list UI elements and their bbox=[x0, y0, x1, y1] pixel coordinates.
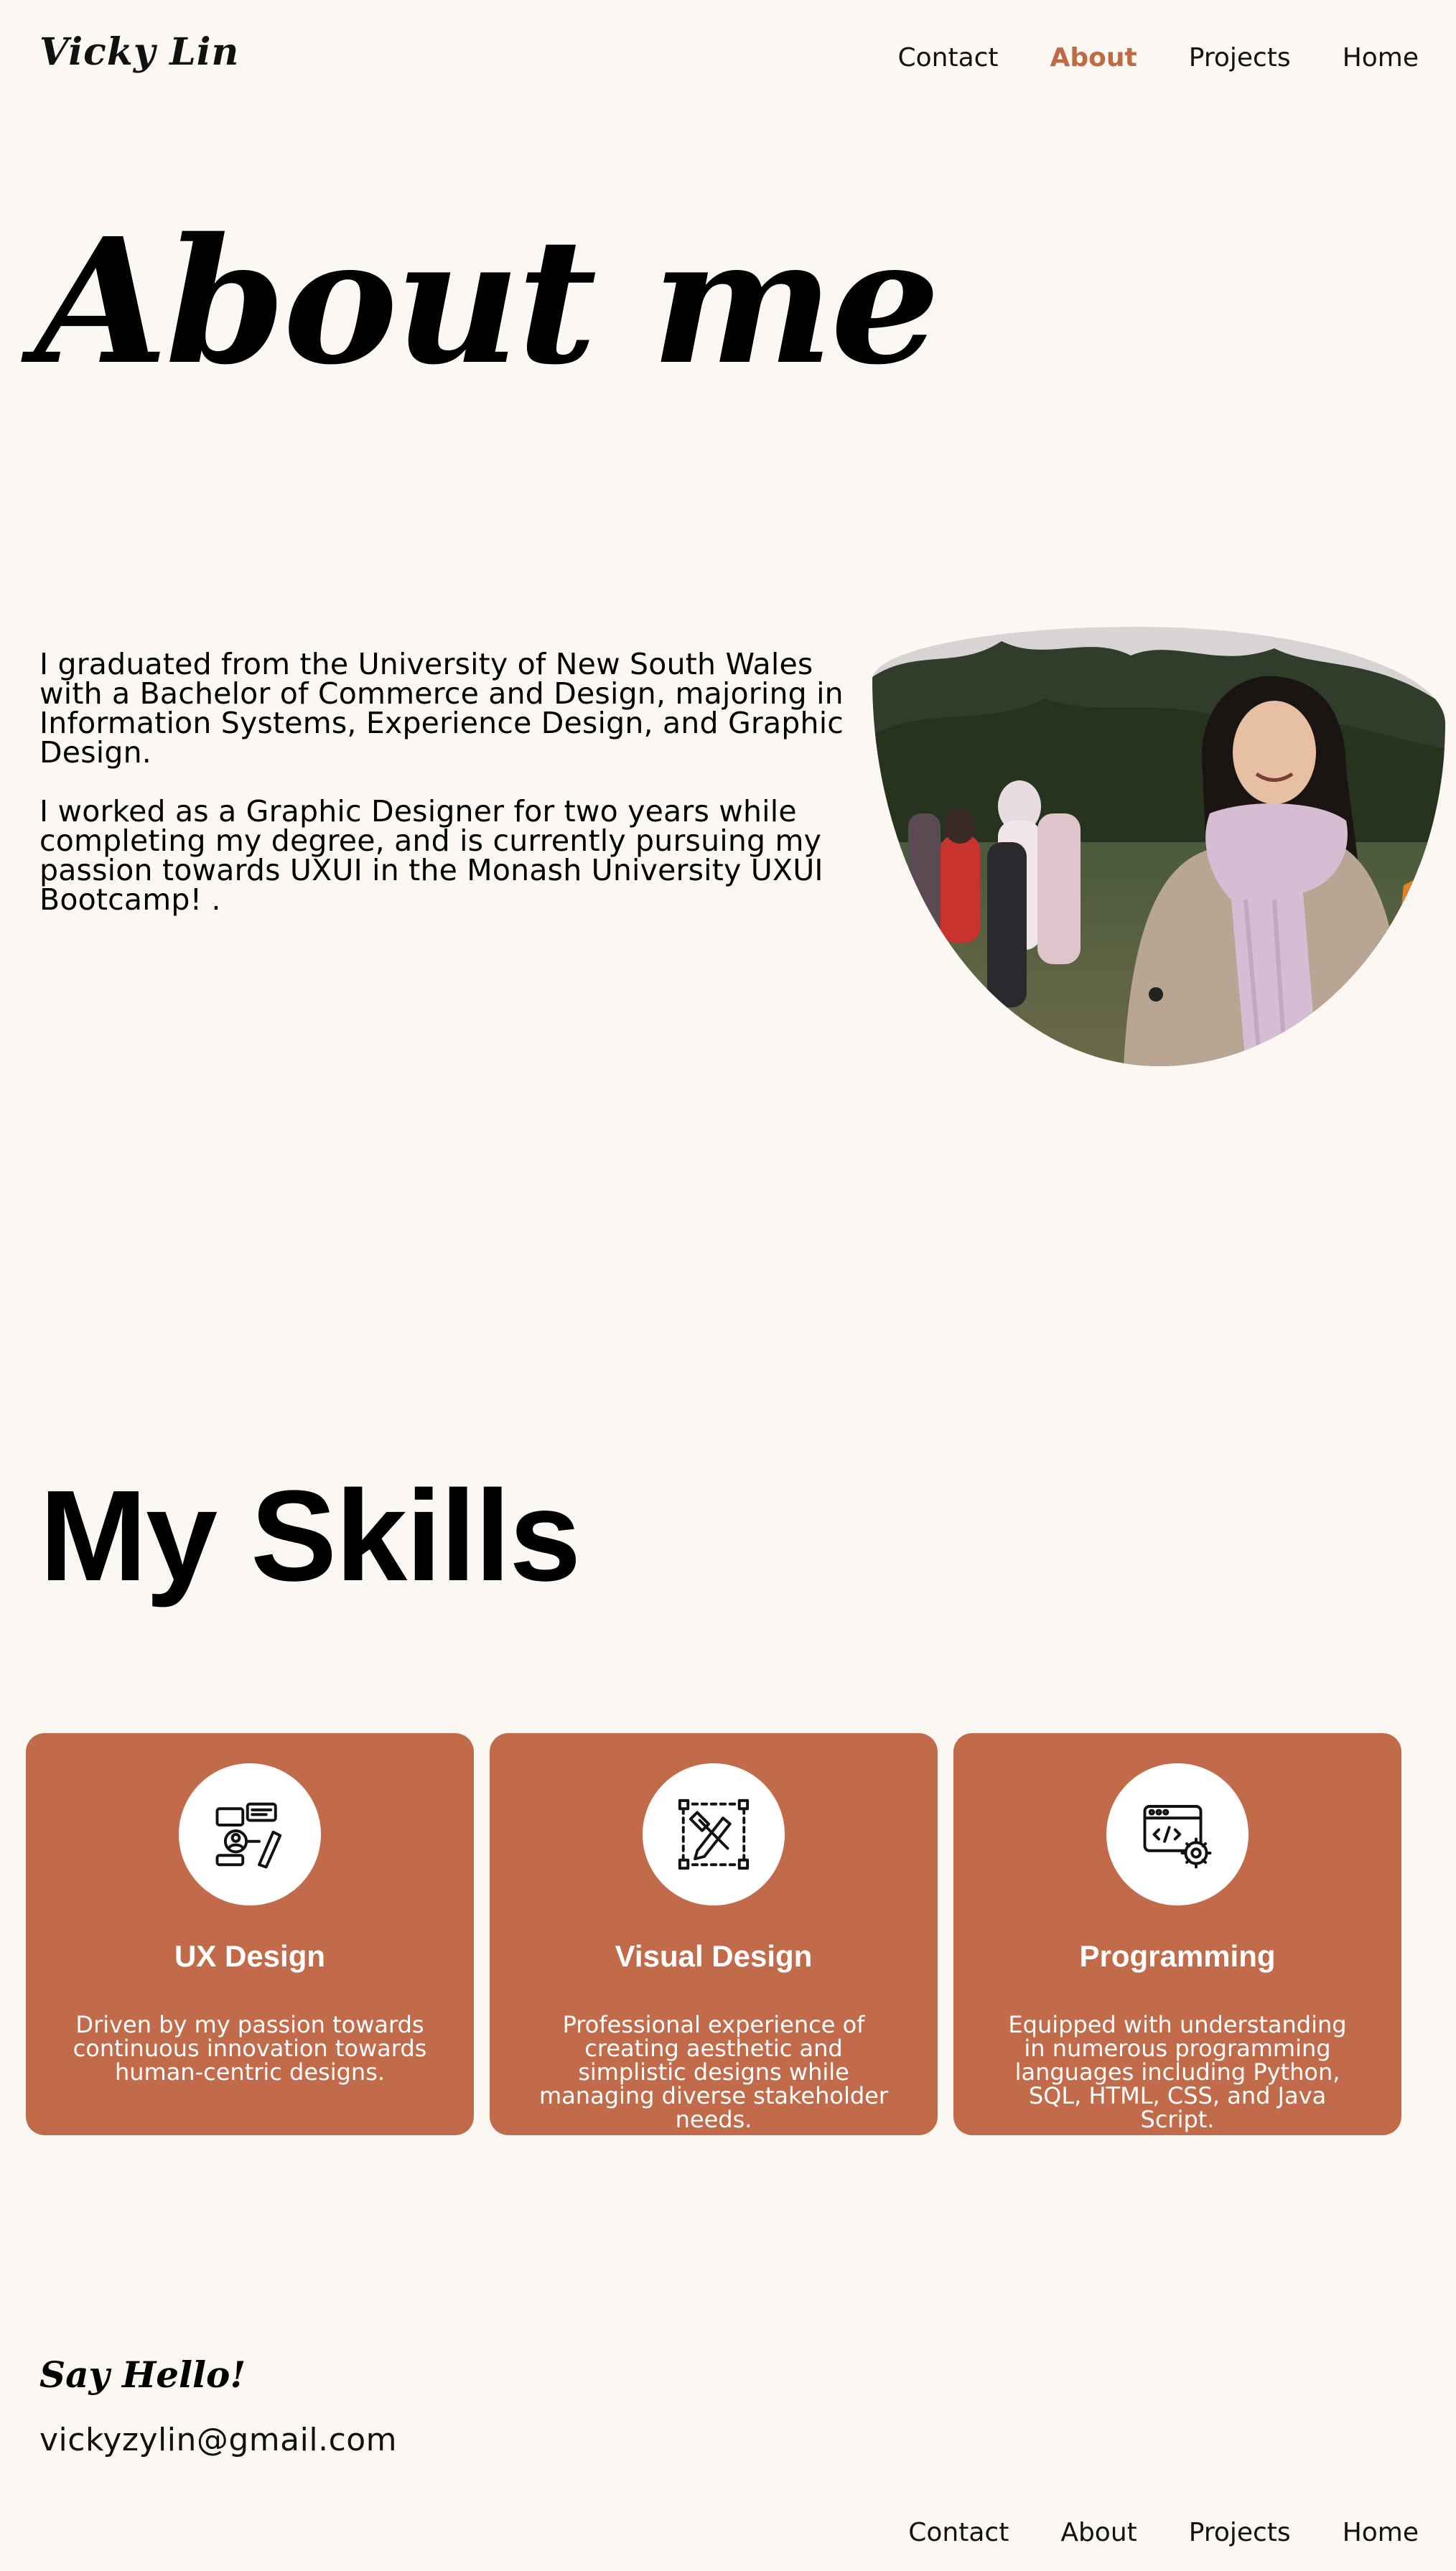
profile-photo bbox=[872, 627, 1445, 1066]
footer-nav: Contact About Projects Home bbox=[908, 2518, 1419, 2547]
skill-icon-circle bbox=[1106, 1763, 1249, 1905]
top-nav: Contact About Projects Home bbox=[897, 43, 1419, 73]
say-hello-heading: Say Hello! bbox=[39, 2353, 246, 2396]
visual-design-icon bbox=[678, 1798, 750, 1870]
nav-contact-link[interactable]: Contact bbox=[897, 43, 998, 73]
page-title: About me bbox=[34, 200, 941, 403]
footer-nav-home-link[interactable]: Home bbox=[1343, 2518, 1419, 2547]
bio-paragraph: I worked as a Graphic Designer for two y… bbox=[39, 794, 823, 917]
site-logo[interactable]: Vicky Lin bbox=[39, 30, 239, 74]
bio-paragraph: I graduated from the University of New S… bbox=[39, 647, 844, 770]
skill-card-title: UX Design bbox=[174, 1939, 326, 1973]
footer-nav-projects-link[interactable]: Projects bbox=[1189, 2518, 1291, 2547]
skill-card-title: Visual Design bbox=[615, 1939, 813, 1973]
skill-card-description: Professional experience of creating aest… bbox=[539, 2011, 888, 2133]
footer-nav-contact-link[interactable]: Contact bbox=[908, 2518, 1009, 2547]
skill-icon-circle bbox=[179, 1763, 321, 1905]
profile-photo-image bbox=[872, 627, 1445, 1066]
bio-text: I graduated from the University of New S… bbox=[39, 650, 879, 944]
nav-home-link[interactable]: Home bbox=[1343, 43, 1419, 73]
email-link[interactable]: vickyzylin@gmail.com bbox=[39, 2422, 397, 2458]
nav-projects-link[interactable]: Projects bbox=[1189, 43, 1291, 73]
ux-design-icon bbox=[215, 1802, 282, 1869]
skill-card-programming: Programming Equipped with understanding … bbox=[953, 1733, 1401, 2135]
skills-title: My Skills bbox=[39, 1464, 581, 1608]
nav-about-link[interactable]: About bbox=[1050, 43, 1137, 73]
skill-card-title: Programming bbox=[1079, 1939, 1276, 1973]
skill-card-description: Driven by my passion towards continuous … bbox=[73, 2011, 427, 2086]
programming-icon bbox=[1143, 1805, 1212, 1869]
skill-icon-circle bbox=[643, 1763, 785, 1905]
skill-card-ux-design: UX Design Driven by my passion towards c… bbox=[26, 1733, 474, 2135]
skill-card-description: Equipped with understanding in numerous … bbox=[1008, 2011, 1347, 2133]
footer-nav-about-link[interactable]: About bbox=[1060, 2518, 1137, 2547]
skill-card-visual-design: Visual Design Professional experience of… bbox=[490, 1733, 938, 2135]
